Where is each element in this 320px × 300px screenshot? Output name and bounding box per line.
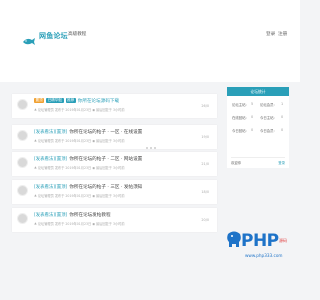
pinned-badge: 置顶 (34, 98, 45, 103)
avatar[interactable] (17, 99, 28, 110)
post-title[interactable]: 你所在论坛的帖子 · 一区 · 在线设置 (69, 129, 142, 135)
post-title[interactable]: 你所在论坛的帖子 · 三区 · 发帖须知 (69, 184, 142, 190)
post-card[interactable]: [发表看法][置顶] 你所在论坛的帖子 · 一区 · 在线设置 ♣ 论坛管理员 … (12, 125, 217, 149)
avatar[interactable] (17, 157, 28, 168)
post-title-row: [发表看法][置顶] 你所在论坛的帖子 · 二区 · 网站设置 (34, 155, 209, 162)
stat-value: 0 (251, 115, 254, 119)
forum-stats-panel: 论坛统计 论坛主帖: 5 论坛会员: 1 在线回帖: 0 今日主帖: 0 今日回… (227, 87, 289, 168)
post-card[interactable]: [发表看法][置顶] 你所在论坛的帖子 · 三区 · 发帖须知 ♣ 论坛管理员 … (12, 180, 217, 204)
stat-value: 0 (281, 128, 284, 132)
avatar[interactable] (17, 130, 28, 141)
watermark-url: www.php333.com (245, 253, 283, 258)
nav-link-advanced[interactable]: 高级教程 (68, 31, 86, 37)
sidebar-footer: 欢迎你 登录 (231, 157, 285, 166)
post-title-row: 置顶 已精华贴 推荐 你所在论坛源码下载 (34, 97, 209, 104)
post-tag[interactable]: [发表看法][置顶] (34, 129, 67, 135)
post-title-row: [发表看法][置顶] 你所在论坛的帖子 · 一区 · 在线设置 (34, 128, 209, 135)
post-title[interactable]: 你所在论坛的帖子 · 二区 · 网站设置 (69, 156, 142, 162)
avatar[interactable] (17, 185, 28, 196)
watermark-tag: 源码 (279, 238, 287, 243)
reply-count: 18/0 (201, 190, 209, 194)
site-logo[interactable]: 网鱼论坛 (22, 29, 68, 45)
post-title[interactable]: 你所在论坛源码下载 (78, 98, 119, 104)
welcome-text: 欢迎你 (231, 161, 242, 165)
post-meta: ♣ 论坛管理员 发布于 2019年01月23日 ◉ 最后回复于 3小时前 (34, 166, 125, 170)
post-card[interactable]: [发表看法][置顶] 你所在论坛的帖子 · 二区 · 网站设置 ♣ 论坛管理员 … (12, 152, 217, 176)
stat-label: 今日回帖: (232, 129, 247, 133)
stat-value: 1 (281, 102, 284, 106)
stat-value: 0 (281, 115, 284, 119)
watermark-brand: PHP (241, 231, 279, 251)
stat-value: 5 (251, 102, 254, 106)
post-title-row: [发表看法][置顶] 你所在论坛的帖子 · 三区 · 发帖须知 (34, 183, 209, 190)
stat-value: 0 (251, 128, 254, 132)
post-meta: ♣ 论坛管理员 发布于 2019年01月23日 ◉ 最后回复于 3小时前 (34, 139, 125, 143)
post-card[interactable]: 置顶 已精华贴 推荐 你所在论坛源码下载 ♣ 论坛管理员 发布于 2019年01… (12, 94, 217, 118)
stat-label: 在线回帖: (232, 116, 247, 120)
login-link[interactable]: 登录 (266, 31, 275, 37)
sidebar-login-link[interactable]: 登录 (278, 160, 285, 165)
post-card[interactable]: [发表看法][置顶] 你所在论坛发帖教程 ♣ 论坛管理员 发布于 2019年01… (12, 208, 217, 232)
avatar[interactable] (17, 213, 28, 224)
reply-count: 26/0 (201, 104, 209, 108)
stat-label: 论坛主帖: (232, 103, 247, 107)
logo-text: 网鱼论坛 (39, 32, 68, 40)
post-tag[interactable]: [发表看法][置顶] (34, 156, 67, 162)
featured-badge: 已精华贴 (46, 98, 64, 103)
stat-label: 论坛会员: (260, 103, 275, 107)
fish-logo-icon (22, 31, 36, 45)
stat-label: 今日主帖: (260, 116, 275, 120)
top-bar: 网鱼论坛 高级教程 登录 注册 (0, 0, 300, 82)
stats-title: 论坛统计 (227, 87, 289, 96)
post-meta: ♣ 论坛管理员 发布于 2019年01月23日 ◉ 最后回复于 3小时前 (34, 108, 125, 112)
stat-label: 今日会员: (260, 129, 275, 133)
post-title-row: [发表看法][置顶] 你所在论坛发帖教程 (34, 211, 209, 218)
recommend-badge: 推荐 (65, 98, 76, 103)
post-meta: ♣ 论坛管理员 发布于 2019年01月23日 ◉ 最后回复于 3小时前 (34, 194, 125, 198)
reply-count: 21/0 (201, 162, 209, 166)
post-tag[interactable]: [发表看法][置顶] (34, 184, 67, 190)
reply-count: 20/0 (201, 218, 209, 222)
post-meta: ♣ 论坛管理员 发布于 2019年01月23日 ◉ 最后回复于 3小时前 (34, 222, 125, 226)
post-title[interactable]: 你所在论坛发帖教程 (69, 212, 110, 218)
register-link[interactable]: 注册 (278, 31, 287, 37)
reply-count: 19/0 (201, 135, 209, 139)
php-watermark: PHP 源码 www.php333.com (225, 225, 295, 270)
loading-indicator (146, 147, 156, 149)
post-tag[interactable]: [发表看法][置顶] (34, 212, 67, 218)
